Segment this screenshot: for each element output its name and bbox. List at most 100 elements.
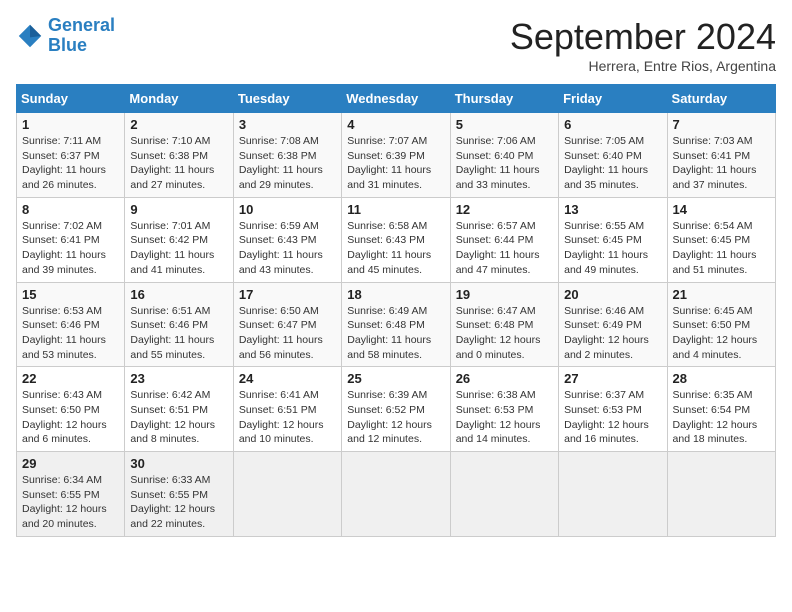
calendar-day-cell <box>342 452 450 537</box>
calendar-week-row: 15 Sunrise: 6:53 AM Sunset: 6:46 PM Dayl… <box>17 282 776 367</box>
day-info: Sunrise: 7:10 AM Sunset: 6:38 PM Dayligh… <box>130 134 227 193</box>
day-info: Sunrise: 6:37 AM Sunset: 6:53 PM Dayligh… <box>564 388 661 447</box>
daylight-text: Daylight: 12 hours and 8 minutes. <box>130 418 227 447</box>
day-number: 3 <box>239 117 336 132</box>
sunrise-text: Sunrise: 7:05 AM <box>564 134 661 149</box>
day-number: 29 <box>22 456 119 471</box>
calendar-day-cell <box>233 452 341 537</box>
day-number: 9 <box>130 202 227 217</box>
daylight-text: Daylight: 11 hours and 31 minutes. <box>347 163 444 192</box>
day-info: Sunrise: 7:06 AM Sunset: 6:40 PM Dayligh… <box>456 134 553 193</box>
sunrise-text: Sunrise: 6:34 AM <box>22 473 119 488</box>
calendar-table: SundayMondayTuesdayWednesdayThursdayFrid… <box>16 84 776 537</box>
sunset-text: Sunset: 6:53 PM <box>456 403 553 418</box>
sunrise-text: Sunrise: 6:38 AM <box>456 388 553 403</box>
sunset-text: Sunset: 6:53 PM <box>564 403 661 418</box>
calendar-day-cell: 30 Sunrise: 6:33 AM Sunset: 6:55 PM Dayl… <box>125 452 233 537</box>
daylight-text: Daylight: 11 hours and 51 minutes. <box>673 248 770 277</box>
day-number: 19 <box>456 287 553 302</box>
sunset-text: Sunset: 6:39 PM <box>347 149 444 164</box>
logo: General Blue <box>16 16 115 56</box>
day-number: 14 <box>673 202 770 217</box>
sunrise-text: Sunrise: 6:46 AM <box>564 304 661 319</box>
sunrise-text: Sunrise: 7:08 AM <box>239 134 336 149</box>
day-number: 4 <box>347 117 444 132</box>
daylight-text: Daylight: 11 hours and 41 minutes. <box>130 248 227 277</box>
daylight-text: Daylight: 11 hours and 37 minutes. <box>673 163 770 192</box>
day-number: 21 <box>673 287 770 302</box>
weekday-header: Tuesday <box>233 85 341 113</box>
sunrise-text: Sunrise: 6:59 AM <box>239 219 336 234</box>
day-info: Sunrise: 7:01 AM Sunset: 6:42 PM Dayligh… <box>130 219 227 278</box>
day-number: 10 <box>239 202 336 217</box>
sunrise-text: Sunrise: 7:03 AM <box>673 134 770 149</box>
calendar-day-cell: 25 Sunrise: 6:39 AM Sunset: 6:52 PM Dayl… <box>342 367 450 452</box>
calendar-day-cell: 1 Sunrise: 7:11 AM Sunset: 6:37 PM Dayli… <box>17 113 125 198</box>
calendar-day-cell: 5 Sunrise: 7:06 AM Sunset: 6:40 PM Dayli… <box>450 113 558 198</box>
day-number: 16 <box>130 287 227 302</box>
daylight-text: Daylight: 12 hours and 16 minutes. <box>564 418 661 447</box>
calendar-day-cell: 20 Sunrise: 6:46 AM Sunset: 6:49 PM Dayl… <box>559 282 667 367</box>
day-number: 13 <box>564 202 661 217</box>
sunrise-text: Sunrise: 6:53 AM <box>22 304 119 319</box>
calendar-day-cell: 3 Sunrise: 7:08 AM Sunset: 6:38 PM Dayli… <box>233 113 341 198</box>
daylight-text: Daylight: 11 hours and 45 minutes. <box>347 248 444 277</box>
daylight-text: Daylight: 11 hours and 53 minutes. <box>22 333 119 362</box>
sunset-text: Sunset: 6:38 PM <box>130 149 227 164</box>
day-info: Sunrise: 6:50 AM Sunset: 6:47 PM Dayligh… <box>239 304 336 363</box>
day-number: 11 <box>347 202 444 217</box>
sunrise-text: Sunrise: 6:47 AM <box>456 304 553 319</box>
daylight-text: Daylight: 11 hours and 26 minutes. <box>22 163 119 192</box>
day-number: 26 <box>456 371 553 386</box>
day-number: 2 <box>130 117 227 132</box>
sunrise-text: Sunrise: 7:10 AM <box>130 134 227 149</box>
sunrise-text: Sunrise: 6:45 AM <box>673 304 770 319</box>
daylight-text: Daylight: 11 hours and 27 minutes. <box>130 163 227 192</box>
calendar-day-cell: 12 Sunrise: 6:57 AM Sunset: 6:44 PM Dayl… <box>450 197 558 282</box>
calendar-day-cell <box>450 452 558 537</box>
sunrise-text: Sunrise: 6:43 AM <box>22 388 119 403</box>
sunrise-text: Sunrise: 6:35 AM <box>673 388 770 403</box>
day-info: Sunrise: 6:38 AM Sunset: 6:53 PM Dayligh… <box>456 388 553 447</box>
day-info: Sunrise: 6:47 AM Sunset: 6:48 PM Dayligh… <box>456 304 553 363</box>
daylight-text: Daylight: 11 hours and 58 minutes. <box>347 333 444 362</box>
sunset-text: Sunset: 6:43 PM <box>239 233 336 248</box>
daylight-text: Daylight: 11 hours and 55 minutes. <box>130 333 227 362</box>
daylight-text: Daylight: 12 hours and 12 minutes. <box>347 418 444 447</box>
day-info: Sunrise: 7:11 AM Sunset: 6:37 PM Dayligh… <box>22 134 119 193</box>
calendar-day-cell: 11 Sunrise: 6:58 AM Sunset: 6:43 PM Dayl… <box>342 197 450 282</box>
sunrise-text: Sunrise: 6:55 AM <box>564 219 661 234</box>
day-info: Sunrise: 6:46 AM Sunset: 6:49 PM Dayligh… <box>564 304 661 363</box>
day-number: 18 <box>347 287 444 302</box>
day-info: Sunrise: 7:03 AM Sunset: 6:41 PM Dayligh… <box>673 134 770 193</box>
sunrise-text: Sunrise: 7:01 AM <box>130 219 227 234</box>
sunrise-text: Sunrise: 6:41 AM <box>239 388 336 403</box>
sunset-text: Sunset: 6:45 PM <box>564 233 661 248</box>
sunset-text: Sunset: 6:49 PM <box>564 318 661 333</box>
page-header: General Blue September 2024 Herrera, Ent… <box>16 16 776 74</box>
calendar-day-cell: 13 Sunrise: 6:55 AM Sunset: 6:45 PM Dayl… <box>559 197 667 282</box>
daylight-text: Daylight: 11 hours and 43 minutes. <box>239 248 336 277</box>
sunset-text: Sunset: 6:51 PM <box>130 403 227 418</box>
day-info: Sunrise: 6:35 AM Sunset: 6:54 PM Dayligh… <box>673 388 770 447</box>
day-number: 20 <box>564 287 661 302</box>
daylight-text: Daylight: 12 hours and 22 minutes. <box>130 502 227 531</box>
location-subtitle: Herrera, Entre Rios, Argentina <box>510 58 776 74</box>
day-info: Sunrise: 7:07 AM Sunset: 6:39 PM Dayligh… <box>347 134 444 193</box>
calendar-day-cell: 29 Sunrise: 6:34 AM Sunset: 6:55 PM Dayl… <box>17 452 125 537</box>
day-number: 30 <box>130 456 227 471</box>
weekday-header: Monday <box>125 85 233 113</box>
day-number: 23 <box>130 371 227 386</box>
calendar-day-cell <box>667 452 775 537</box>
day-info: Sunrise: 7:05 AM Sunset: 6:40 PM Dayligh… <box>564 134 661 193</box>
weekday-header-row: SundayMondayTuesdayWednesdayThursdayFrid… <box>17 85 776 113</box>
daylight-text: Daylight: 11 hours and 49 minutes. <box>564 248 661 277</box>
sunrise-text: Sunrise: 6:51 AM <box>130 304 227 319</box>
day-number: 15 <box>22 287 119 302</box>
sunset-text: Sunset: 6:37 PM <box>22 149 119 164</box>
sunset-text: Sunset: 6:51 PM <box>239 403 336 418</box>
day-number: 25 <box>347 371 444 386</box>
daylight-text: Daylight: 12 hours and 14 minutes. <box>456 418 553 447</box>
calendar-day-cell: 24 Sunrise: 6:41 AM Sunset: 6:51 PM Dayl… <box>233 367 341 452</box>
daylight-text: Daylight: 12 hours and 18 minutes. <box>673 418 770 447</box>
